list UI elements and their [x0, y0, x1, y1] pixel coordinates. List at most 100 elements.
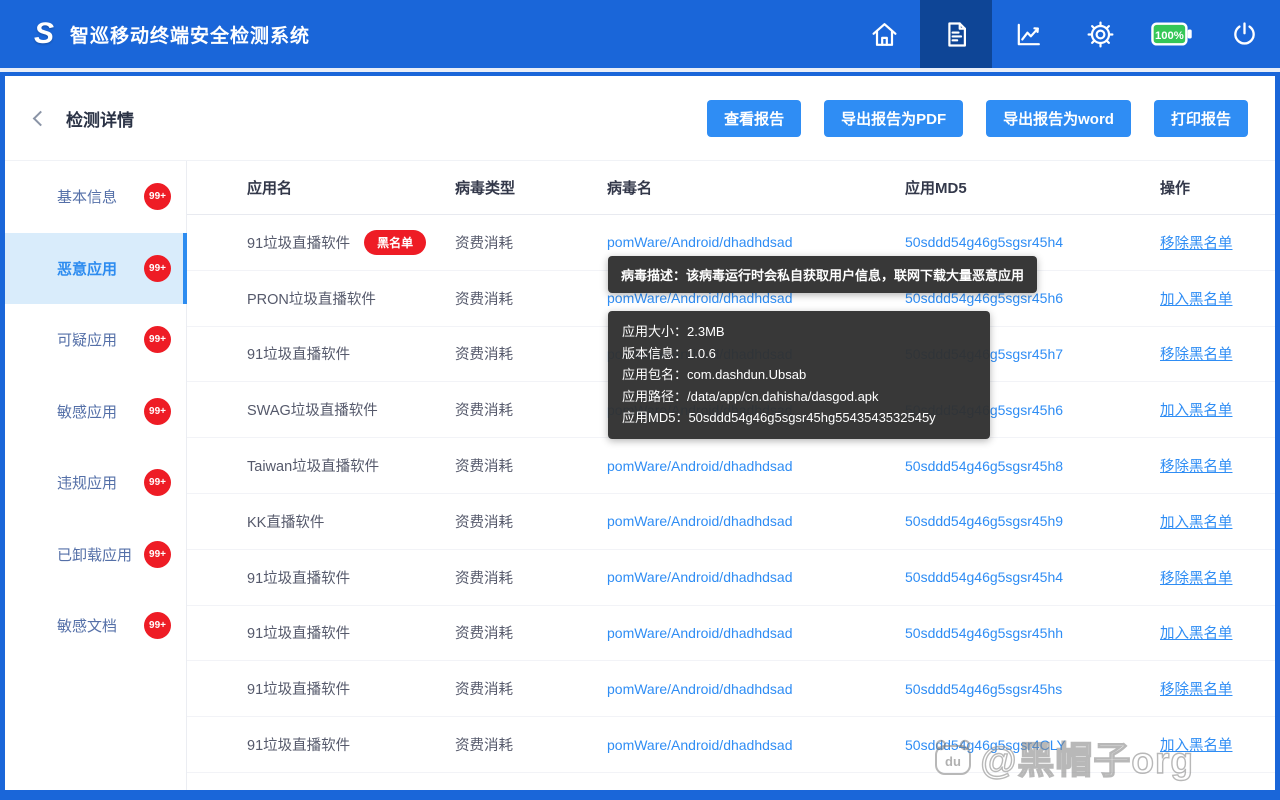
back-icon[interactable] [33, 110, 49, 126]
blacklist-action-link[interactable]: 加入黑名单 [1160, 622, 1233, 643]
blacklist-action-link[interactable]: 移除黑名单 [1160, 343, 1233, 364]
report-document-icon[interactable] [920, 0, 992, 68]
app-package-line: 应用包名：com.dashdun.Ubsab [622, 364, 976, 386]
app-name: PRON垃圾直播软件 [247, 288, 376, 309]
blacklist-action-link[interactable]: 加入黑名单 [1160, 734, 1233, 755]
md5-link[interactable]: 50sddd54g46g5sgsr45h4 [905, 234, 1063, 250]
blacklist-action-link[interactable]: 移除黑名单 [1160, 455, 1233, 476]
sidebar-item-label: 敏感文档 [57, 615, 117, 636]
md5-link[interactable]: 50sddd54g46g5sgsr45hh [905, 625, 1063, 641]
sidebar-item-sensitive-apps[interactable]: 敏感应用 99+ [5, 376, 186, 448]
table-row: Taiwan垃圾直播软件 资费消耗 pomWare/Android/dhadhd… [187, 438, 1275, 494]
virus-type: 资费消耗 [455, 455, 607, 476]
blacklist-action-link[interactable]: 加入黑名单 [1160, 511, 1233, 532]
blacklist-action-link[interactable]: 移除黑名单 [1160, 678, 1233, 699]
settings-gear-icon[interactable] [1064, 0, 1136, 68]
table-row: 91垃圾直播软件 资费消耗 pomWare/Android/dhadhdsad … [187, 717, 1275, 773]
power-icon[interactable] [1208, 0, 1280, 68]
app-name: 91垃圾直播软件 [247, 343, 350, 364]
sidebar-item-label: 可疑应用 [57, 329, 117, 350]
count-badge: 99+ [144, 612, 171, 639]
app-name: 91垃圾直播软件 [247, 678, 350, 699]
table-row: KK直播软件 资费消耗 pomWare/Android/dhadhdsad 50… [187, 494, 1275, 550]
home-icon[interactable] [848, 0, 920, 68]
top-navigation-bar: S 智巡移动终端安全检测系统 [0, 0, 1280, 72]
virus-type: 资费消耗 [455, 678, 607, 699]
app-logo: S [34, 17, 54, 51]
battery-icon[interactable]: 100% [1136, 0, 1208, 68]
blacklist-action-link[interactable]: 移除黑名单 [1160, 232, 1233, 253]
app-name: 91垃圾直播软件 [247, 567, 350, 588]
sidebar-item-label: 已卸载应用 [57, 544, 132, 565]
virus-name-link[interactable]: pomWare/Android/dhadhdsad [607, 234, 793, 250]
count-badge: 99+ [144, 398, 171, 425]
sidebar-item-malicious-apps[interactable]: 恶意应用 99+ [5, 233, 186, 305]
export-word-button[interactable]: 导出报告为word [986, 100, 1131, 137]
sidebar-item-label: 基本信息 [57, 186, 117, 207]
col-virus-name: 病毒名 [607, 177, 905, 198]
virus-name-link[interactable]: pomWare/Android/dhadhdsad [607, 737, 793, 753]
md5-link[interactable]: 50sddd54g46g5sgsr45h8 [905, 458, 1063, 474]
app-name: 91垃圾直播软件 [247, 232, 350, 253]
count-badge: 99+ [144, 469, 171, 496]
app-name: SWAG垃圾直播软件 [247, 399, 378, 420]
app-name: KK直播软件 [247, 511, 324, 532]
blacklist-action-link[interactable]: 加入黑名单 [1160, 288, 1233, 309]
page-title-bar: 检测详情 查看报告 导出报告为PDF 导出报告为word 打印报告 [5, 76, 1275, 160]
virus-type: 资费消耗 [455, 734, 607, 755]
sidebar-item-violation-apps[interactable]: 违规应用 99+ [5, 447, 186, 519]
virus-name-link[interactable]: pomWare/Android/dhadhdsad [607, 681, 793, 697]
md5-link[interactable]: 50sddd54g46g5sgsr45h9 [905, 513, 1063, 529]
app-size-line: 应用大小：2.3MB [622, 321, 976, 343]
virus-type: 资费消耗 [455, 288, 607, 309]
sidebar-item-label: 敏感应用 [57, 401, 117, 422]
sidebar-item-label: 违规应用 [57, 472, 117, 493]
table-row: 91垃圾直播软件 资费消耗 pomWare/Android/dhadhdsad … [187, 661, 1275, 717]
table-header-row: 应用名 病毒类型 病毒名 应用MD5 操作 [187, 161, 1275, 215]
col-app-md5: 应用MD5 [905, 177, 1160, 198]
virus-type: 资费消耗 [455, 343, 607, 364]
count-badge: 99+ [144, 183, 171, 210]
col-operation: 操作 [1160, 177, 1275, 198]
virus-description-tooltip: 病毒描述：该病毒运行时会私自获取用户信息，联网下载大量恶意应用 [608, 256, 1037, 293]
app-version-line: 版本信息：1.0.6 [622, 343, 976, 365]
app-path-line: 应用路径：/data/app/cn.dahisha/dasgod.apk [622, 386, 976, 408]
count-badge: 99+ [144, 541, 171, 568]
brand: S 智巡移动终端安全检测系统 [0, 17, 310, 51]
sidebar-item-label: 恶意应用 [57, 258, 117, 279]
battery-label: 100% [1155, 30, 1184, 42]
count-badge: 99+ [144, 326, 171, 353]
report-buttons: 查看报告 导出报告为PDF 导出报告为word 打印报告 [707, 100, 1248, 137]
sidebar-item-sensitive-docs[interactable]: 敏感文档 99+ [5, 590, 186, 662]
top-icon-menu: 100% [848, 0, 1280, 68]
col-virus-type: 病毒类型 [455, 177, 607, 198]
blacklist-action-link[interactable]: 加入黑名单 [1160, 399, 1233, 420]
statistics-chart-icon[interactable] [992, 0, 1064, 68]
view-report-button[interactable]: 查看报告 [707, 100, 801, 137]
virus-type: 资费消耗 [455, 399, 607, 420]
table-row: 91垃圾直播软件 资费消耗 pomWare/Android/dhadhdsad … [187, 606, 1275, 662]
app-name: Taiwan垃圾直播软件 [247, 455, 379, 476]
sidebar-item-suspicious-apps[interactable]: 可疑应用 99+ [5, 304, 186, 376]
virus-name-link[interactable]: pomWare/Android/dhadhdsad [607, 513, 793, 529]
print-report-button[interactable]: 打印报告 [1154, 100, 1248, 137]
virus-name-link[interactable]: pomWare/Android/dhadhdsad [607, 569, 793, 585]
virus-type: 资费消耗 [455, 567, 607, 588]
sidebar-item-basic-info[interactable]: 基本信息 99+ [5, 161, 186, 233]
category-sidebar: 基本信息 99+ 恶意应用 99+ 可疑应用 99+ 敏感应用 99+ 违规应用… [5, 161, 187, 790]
app-title: 智巡移动终端安全检测系统 [70, 21, 310, 48]
virus-name-link[interactable]: pomWare/Android/dhadhdsad [607, 458, 793, 474]
app-info-tooltip: 应用大小：2.3MB 版本信息：1.0.6 应用包名：com.dashdun.U… [608, 311, 990, 439]
export-pdf-button[interactable]: 导出报告为PDF [824, 100, 963, 137]
content-area: 基本信息 99+ 恶意应用 99+ 可疑应用 99+ 敏感应用 99+ 违规应用… [5, 160, 1275, 790]
blacklist-badge: 黑名单 [364, 230, 426, 255]
md5-link[interactable]: 50sddd54g46g5sgsr45h4 [905, 569, 1063, 585]
app-name: 91垃圾直播软件 [247, 734, 350, 755]
sidebar-item-uninstalled-apps[interactable]: 已卸载应用 99+ [5, 519, 186, 591]
app-md5-line: 应用MD5：50sddd54g46g5sgsr45hg5543543532545… [622, 407, 976, 429]
md5-link[interactable]: 50sddd54g46g5sgsr4CLY [905, 737, 1066, 753]
page-title: 检测详情 [66, 106, 134, 131]
md5-link[interactable]: 50sddd54g46g5sgsr45hs [905, 681, 1062, 697]
virus-name-link[interactable]: pomWare/Android/dhadhdsad [607, 625, 793, 641]
blacklist-action-link[interactable]: 移除黑名单 [1160, 567, 1233, 588]
